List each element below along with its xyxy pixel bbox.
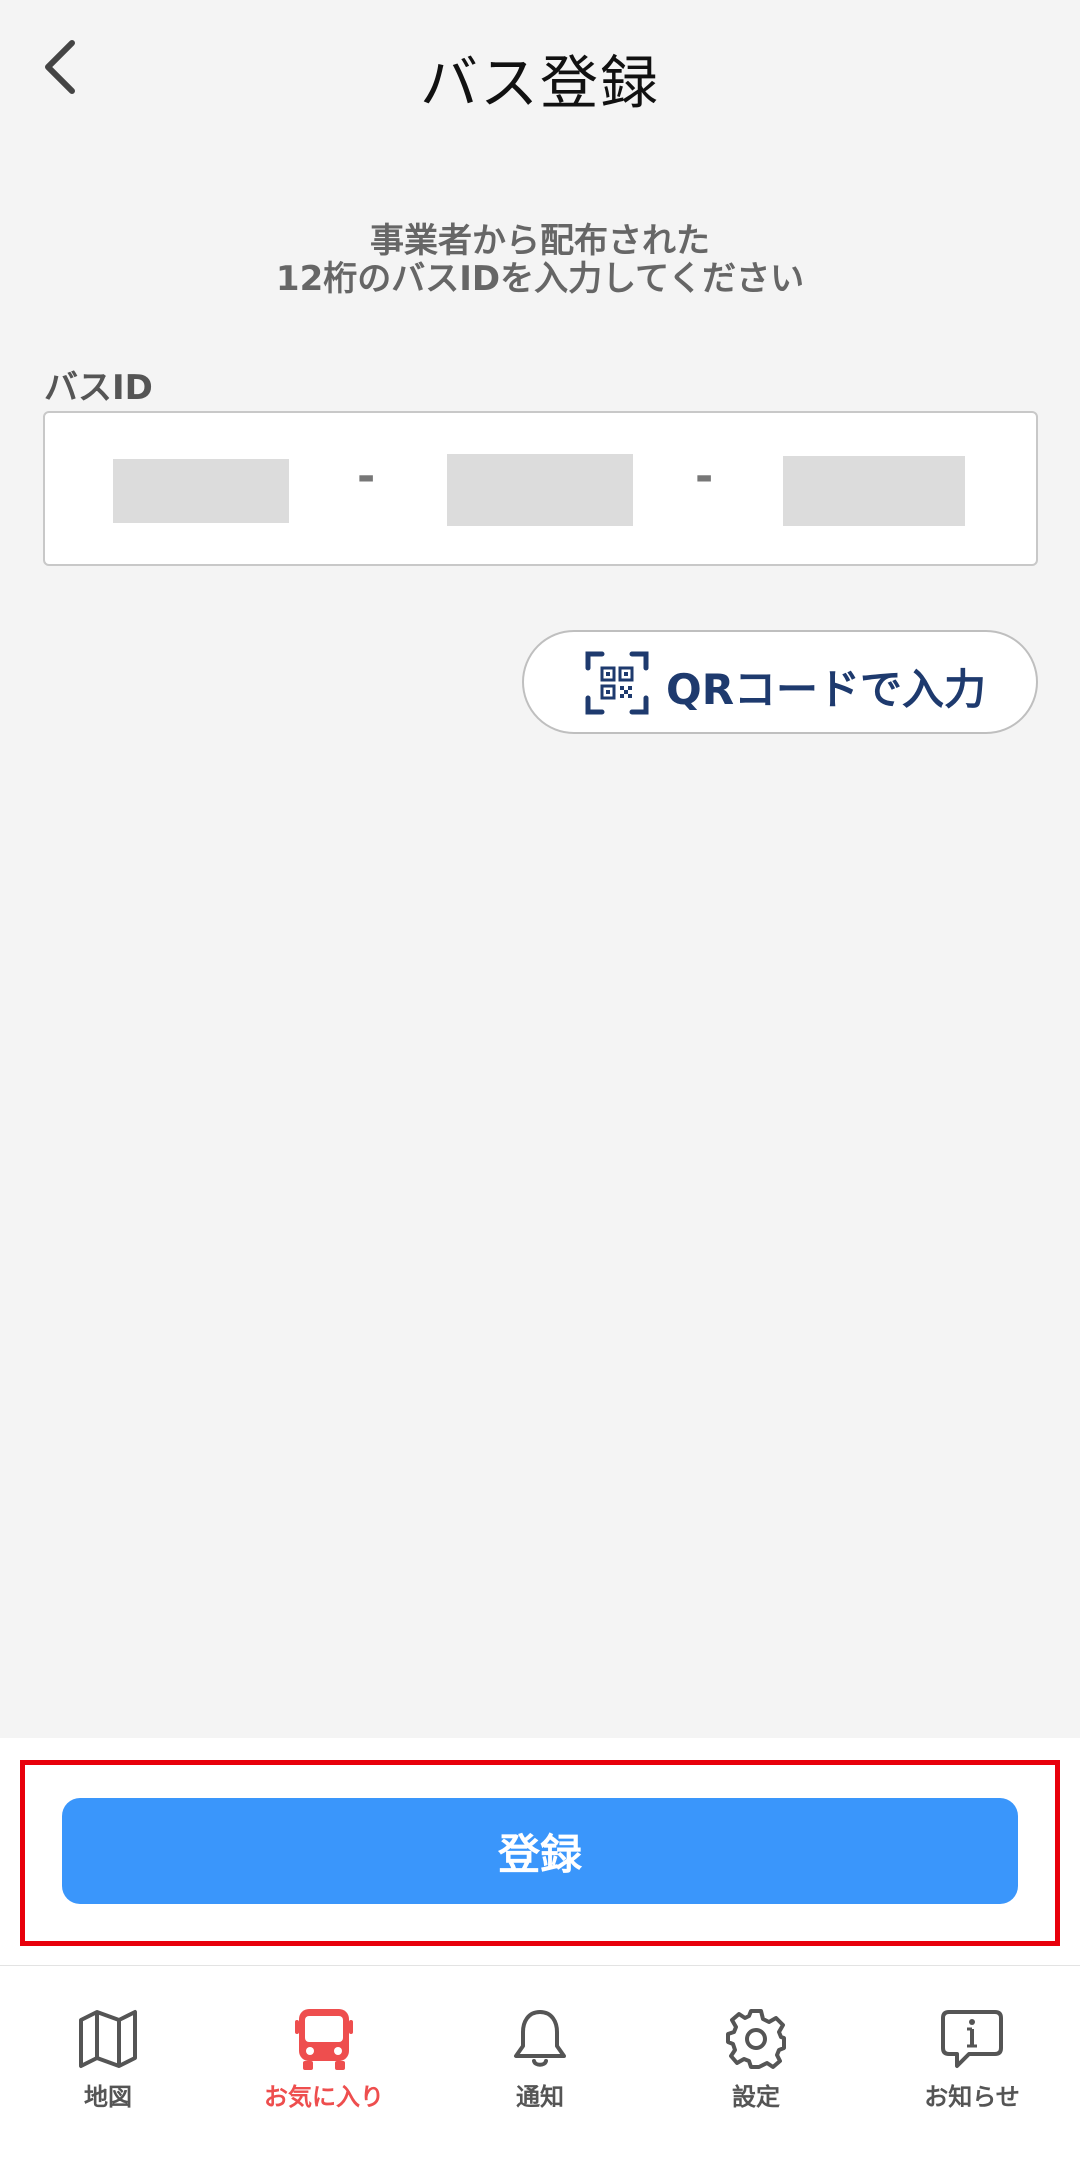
- bus-icon: [295, 2009, 353, 2070]
- instruction-line-1: 事業者から配布された: [370, 221, 710, 261]
- bus-id-segment-3[interactable]: [783, 456, 965, 526]
- instruction-text: 事業者から配布された 12桁のバスIDを入力してください: [0, 222, 1080, 298]
- bottom-tab-bar: 地図 お気に入り 通知 設定 お知らせ: [0, 1965, 1080, 2175]
- tab-favorites-label: お気に入り: [264, 2083, 384, 2111]
- info-message-icon: [941, 2010, 1003, 2068]
- bus-id-segment-2[interactable]: [447, 454, 633, 526]
- tab-announcements-label: お知らせ: [924, 2083, 1020, 2111]
- tab-map[interactable]: 地図: [0, 1966, 216, 2175]
- tab-notifications[interactable]: 通知: [432, 1966, 648, 2175]
- bus-id-label: バスID: [44, 368, 153, 408]
- bus-registration-screen: バス登録 事業者から配布された 12桁のバスIDを入力してください バスID -…: [0, 0, 1080, 2175]
- gear-icon: [726, 2009, 786, 2069]
- qr-code-input-label: QRコードで入力: [666, 665, 987, 714]
- bus-id-separator: -: [695, 451, 714, 502]
- register-button[interactable]: 登録: [62, 1798, 1018, 1904]
- page-title: バス登録: [419, 49, 660, 117]
- bell-icon: [514, 2010, 566, 2067]
- bus-id-separator: -: [357, 451, 376, 502]
- tab-settings-label: 設定: [732, 2083, 780, 2111]
- tab-announcements[interactable]: お知らせ: [864, 1966, 1080, 2175]
- tab-favorites[interactable]: お気に入り: [216, 1966, 432, 2175]
- tab-notifications-label: 通知: [516, 2083, 564, 2111]
- instruction-line-2: 12桁のバスIDを入力してください: [275, 259, 805, 299]
- qr-code-scan-icon: [585, 651, 649, 715]
- qr-code-input-button[interactable]: QRコードで入力: [522, 630, 1038, 734]
- tab-settings[interactable]: 設定: [648, 1966, 864, 2175]
- bus-id-segment-1[interactable]: [113, 459, 289, 523]
- map-icon: [79, 2010, 137, 2068]
- tab-map-label: 地図: [84, 2083, 132, 2111]
- bus-id-input-group: - -: [43, 411, 1038, 566]
- header: バス登録: [0, 0, 1080, 150]
